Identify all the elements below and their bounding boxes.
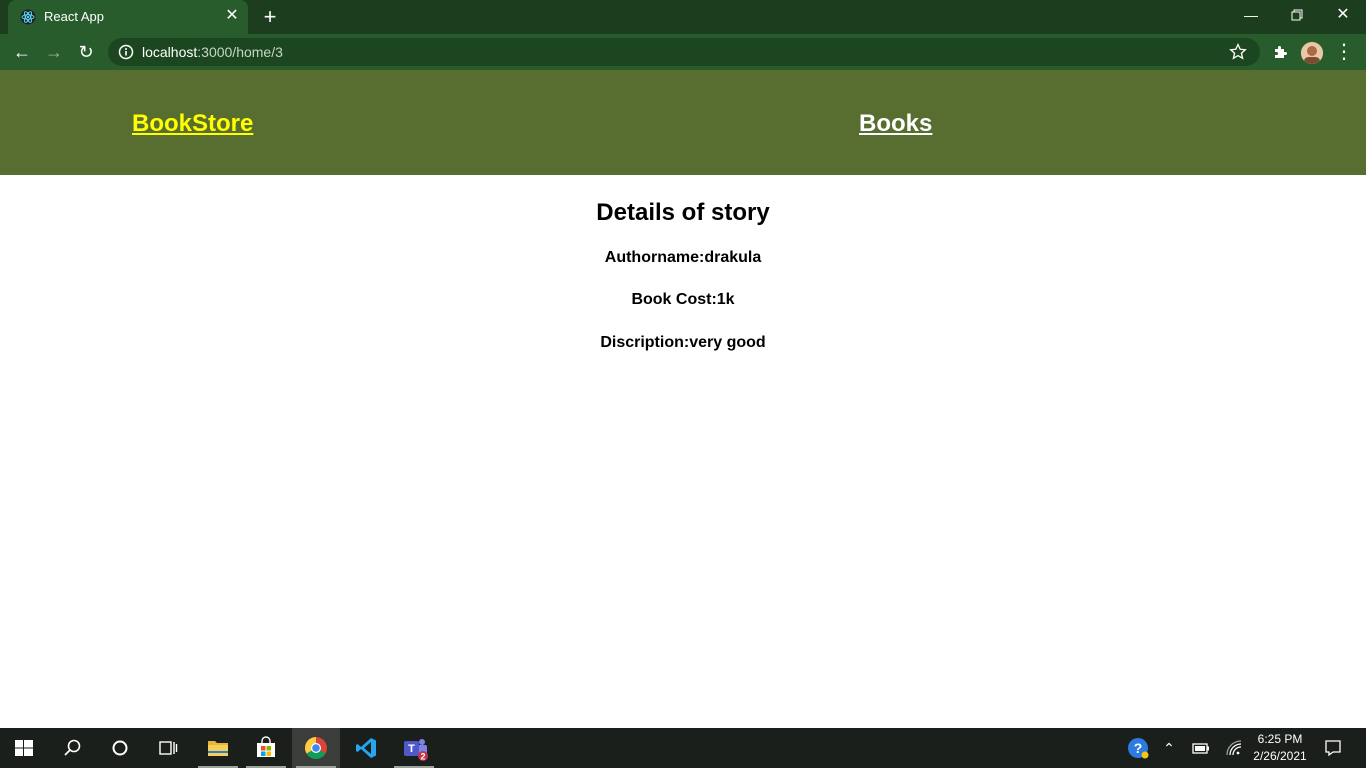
tab-title: React App (44, 9, 104, 24)
task-view-button[interactable] (144, 728, 192, 768)
notifications-icon[interactable] (1321, 736, 1345, 760)
teams-badge: 2 (420, 752, 425, 762)
book-cost: Book Cost:1k (631, 291, 735, 308)
back-icon[interactable]: ← (10, 40, 34, 64)
books-link[interactable]: Books (859, 110, 932, 138)
browser-tab[interactable]: React App ✕ (8, 0, 248, 34)
reload-icon[interactable]: ↻ (74, 40, 98, 64)
app-navbar: BookStore Books (0, 70, 1366, 175)
browser-titlebar: React App ✕ + — ✕ (0, 0, 1366, 34)
cortana-icon (112, 740, 128, 756)
search-button[interactable] (48, 728, 96, 768)
vscode-icon (356, 738, 376, 758)
svg-text:?: ? (1134, 740, 1143, 756)
task-view-icon (159, 741, 178, 755)
teams-button[interactable]: T 2 (390, 728, 438, 768)
profile-avatar[interactable] (1301, 42, 1323, 64)
windows-icon (15, 740, 33, 756)
file-explorer-button[interactable] (194, 728, 242, 768)
chrome-icon (305, 737, 327, 759)
book-description: Discription:very good (600, 334, 766, 351)
clock-date: 2/26/2021 (1253, 749, 1307, 763)
brand-link[interactable]: BookStore (132, 110, 253, 138)
extensions-icon[interactable] (1268, 40, 1292, 64)
chrome-button[interactable] (292, 728, 340, 768)
windows-taskbar: T 2 ? ⌃ 6:25 PM 2/26/2021 (0, 728, 1366, 768)
teams-icon: T 2 (404, 739, 428, 762)
close-window-icon[interactable]: ✕ (1320, 0, 1366, 30)
page-title: Details of story (596, 199, 770, 226)
vscode-button[interactable] (342, 728, 390, 768)
url-host: localhost (142, 44, 198, 60)
store-icon (257, 736, 275, 757)
folder-icon (208, 741, 228, 756)
wifi-icon[interactable] (1222, 736, 1246, 760)
new-tab-icon[interactable]: + (258, 6, 282, 28)
system-clock[interactable]: 6:25 PM 2/26/2021 (1250, 731, 1310, 765)
restore-icon[interactable] (1274, 0, 1320, 30)
search-icon (64, 739, 81, 756)
start-button[interactable] (0, 728, 48, 768)
forward-icon[interactable]: → (42, 40, 66, 64)
cortana-button[interactable] (96, 728, 144, 768)
url-text: localhost:3000/home/3 (142, 44, 283, 60)
details-section: Details of story Authorname:drakula Book… (0, 175, 1366, 353)
battery-icon[interactable] (1189, 736, 1213, 760)
address-bar[interactable]: localhost:3000/home/3 (108, 38, 1260, 66)
close-tab-icon[interactable]: ✕ (222, 6, 242, 26)
browser-toolbar: ← → ↻ localhost:3000/home/3 ⋮ (0, 34, 1366, 70)
show-hidden-icons-icon[interactable]: ⌃ (1157, 736, 1181, 760)
react-icon (20, 9, 36, 25)
clock-time: 6:25 PM (1257, 732, 1303, 746)
help-icon[interactable]: ? (1126, 736, 1150, 760)
info-icon[interactable] (118, 44, 134, 60)
url-path: :3000/home/3 (197, 44, 283, 60)
minimize-icon[interactable]: — (1228, 0, 1274, 30)
author-name: Authorname:drakula (604, 249, 762, 266)
bookmark-star-icon[interactable] (1228, 42, 1248, 62)
store-button[interactable] (242, 728, 290, 768)
svg-text:T: T (408, 743, 415, 755)
menu-icon[interactable]: ⋮ (1332, 40, 1356, 64)
